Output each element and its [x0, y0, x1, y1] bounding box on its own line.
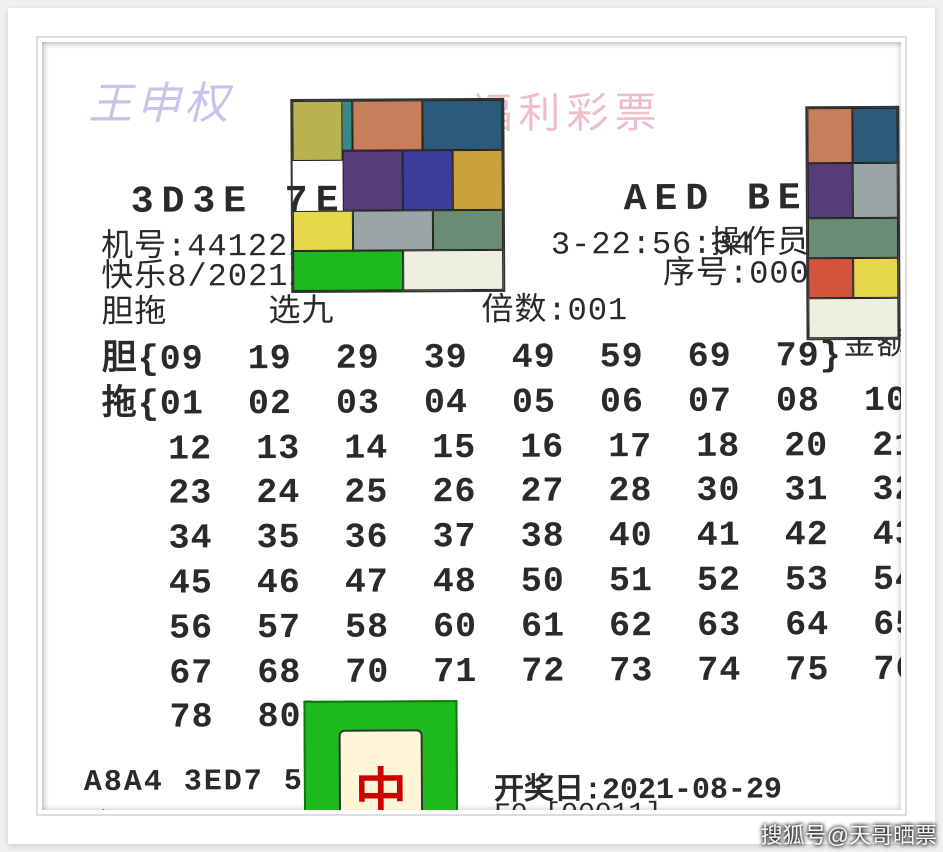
- tuo-row: 拖{01 02 03 04 05 06 07 08 10 11: [102, 378, 901, 428]
- tuo-row: 56 57 58 60 61 62 63 64 65 66: [103, 602, 901, 652]
- mosaic-sticker-right: [805, 106, 900, 340]
- mahjong-tile: 中: [339, 729, 424, 810]
- tuo-row: 67 68 70 71 72 73 74 75 76 77: [103, 647, 901, 697]
- photo-frame: 王申权 福利彩票 3D3E 7E9 AED BEBE 7187 机号:44122…: [8, 8, 935, 844]
- mahjong-sticker: 中: [303, 700, 458, 810]
- handwritten-name: 王申权: [88, 67, 232, 132]
- tuo-row: 34 35 36 37 38 40 41 42 43 44: [102, 512, 901, 562]
- dan-numbers: 09 19 29 39 49 59 69 79: [160, 336, 820, 379]
- serial-number-line: 3D3E 7E9 AED BEBE 7187: [131, 179, 901, 222]
- mosaic-sticker-top: [290, 98, 505, 293]
- tuo-row: 78 80}: [103, 692, 901, 742]
- lottery-ticket: 王申权 福利彩票 3D3E 7E9 AED BEBE 7187 机号:44122…: [60, 50, 893, 802]
- number-block: 胆{09 19 29 39 49 59 69 79} 拖{01 02 03 04…: [102, 333, 901, 741]
- multiplier-line: 倍数:001: [481, 295, 628, 328]
- dan-label: 胆{: [102, 340, 160, 380]
- tuo-row: 12 13 14 15 16 17 18 20 21 22: [102, 423, 901, 473]
- dan-row: 胆{09 19 29 39 49 59 69 79}: [102, 333, 901, 383]
- tuo-row: 23 24 25 26 27 28 30 31 32 33: [102, 468, 901, 518]
- photo-inner: 王申权 福利彩票 3D3E 7E9 AED BEBE 7187 机号:44122…: [42, 42, 901, 810]
- watermark-text: 搜狐号@天哥晒票: [761, 818, 937, 850]
- verify-line-right: F0 [00011]: [494, 799, 662, 810]
- verify-line-left: 验票码:4D1328: [84, 801, 286, 810]
- mahjong-character: 中: [355, 750, 407, 810]
- tuo-row: 45 46 47 48 50 51 52 53 54 55: [103, 557, 901, 607]
- bet-type-line: 胆拖 选九: [101, 297, 334, 330]
